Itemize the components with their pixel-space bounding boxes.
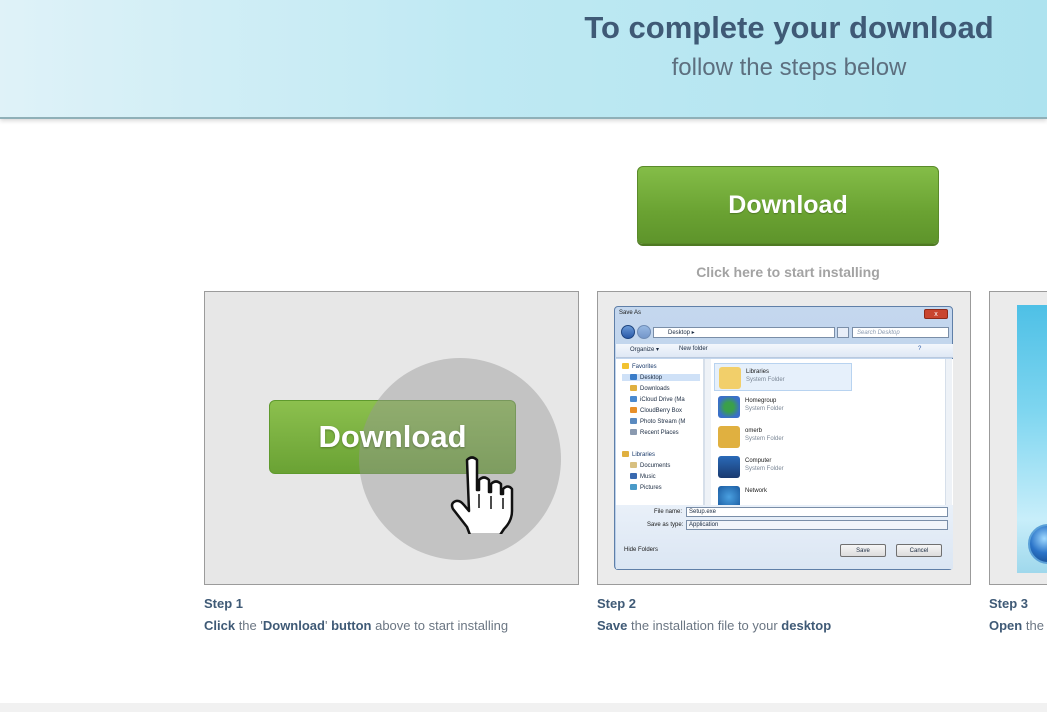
- forward-arrow-icon: [636, 325, 651, 339]
- folder-icon: [630, 484, 637, 490]
- page-title: To complete your download: [584, 10, 994, 45]
- address-bar: Desktop ▸: [653, 327, 835, 338]
- tree-item: iCloud Drive (Ma: [630, 396, 702, 403]
- nav-buttons: [621, 325, 651, 340]
- dialog-save-button: Save: [840, 544, 886, 557]
- step-1-text: Click the 'Download' button above to sta…: [204, 618, 509, 633]
- tree-item: Downloads: [630, 385, 702, 392]
- list-scrollbar: [945, 359, 952, 505]
- star-icon: [622, 363, 629, 369]
- tree-item: Desktop: [622, 374, 700, 381]
- tree-favorites: Favorites: [622, 363, 694, 370]
- dialog-body: Favorites Desktop Downloads iCloud Drive…: [616, 359, 953, 505]
- folder-icon: [630, 462, 637, 468]
- save-type-label: Save as type:: [647, 522, 684, 528]
- step-1-illustration: Download: [204, 291, 579, 585]
- download-hint: Click here to start installing: [696, 264, 880, 280]
- back-arrow-icon: [621, 325, 635, 339]
- folder-icon: [630, 429, 637, 435]
- header-banner: To complete your download follow the ste…: [0, 0, 1047, 119]
- tree-item: Pictures: [630, 484, 702, 491]
- tree-item: Music: [630, 473, 702, 480]
- dialog-cancel-button: Cancel: [896, 544, 942, 557]
- dialog-footer: File name: Setup.exe Save as type: Appli…: [616, 505, 953, 569]
- navigation-tree: Favorites Desktop Downloads iCloud Drive…: [616, 359, 704, 505]
- refresh-icon: [837, 327, 849, 338]
- folder-icon: [630, 418, 637, 424]
- list-item: Homegroup System Folder: [714, 393, 852, 421]
- list-item: Libraries System Folder: [714, 363, 852, 391]
- folder-icon: [630, 396, 637, 402]
- download-landing-page: To complete your download follow the ste…: [0, 0, 1047, 712]
- step-2-title: Step 2: [597, 596, 637, 611]
- dialog-toolbar: Organize ▾ New folder ?: [616, 344, 953, 358]
- dialog-close-icon: x: [924, 309, 948, 319]
- network-icon: [718, 486, 740, 505]
- step-2-text: Save the installation file to your deskt…: [597, 618, 832, 633]
- step-3-illustration: [989, 291, 1047, 585]
- list-item: Network: [714, 483, 852, 505]
- help-icon: ?: [918, 346, 922, 352]
- new-folder-button: New folder: [679, 346, 708, 352]
- list-item: omerb System Folder: [714, 423, 852, 451]
- step-3-text: Open the: [989, 618, 1044, 633]
- file-name-field: Setup.exe: [686, 507, 948, 517]
- page-subtitle: follow the steps below: [671, 54, 907, 81]
- tree-libraries: Libraries: [622, 451, 694, 458]
- tree-scrollbar: [704, 359, 711, 505]
- organize-menu: Organize ▾: [630, 347, 660, 353]
- download-button[interactable]: Download: [637, 166, 939, 244]
- user-folder-icon: [718, 426, 740, 448]
- dialog-title: Save As: [619, 310, 642, 316]
- computer-icon: [718, 456, 740, 478]
- folder-icon: [630, 385, 637, 391]
- file-name-label: File name:: [654, 509, 683, 515]
- step-2-illustration: Save As x Desktop ▸ Search Desktop Organ…: [597, 291, 971, 585]
- step-1-title: Step 1: [204, 596, 244, 611]
- library-icon: [622, 451, 629, 457]
- footer-strip: [0, 703, 1047, 712]
- step-3-title: Step 3: [989, 596, 1029, 611]
- tree-item: Recent Places: [630, 429, 702, 436]
- hide-folders-toggle: Hide Folders: [624, 547, 659, 553]
- hand-cursor-icon: [450, 456, 514, 534]
- tree-item: Documents: [630, 462, 702, 469]
- desktop-icon: [630, 374, 637, 380]
- tree-item: CloudBerry Box: [630, 407, 702, 414]
- list-item: Computer System Folder: [714, 453, 852, 481]
- tree-item: Photo Stream (M: [630, 418, 702, 425]
- save-type-select: Application: [686, 520, 948, 530]
- folder-icon: [630, 407, 637, 413]
- save-as-dialog: Save As x Desktop ▸ Search Desktop Organ…: [614, 306, 953, 570]
- music-icon: [630, 473, 637, 479]
- homegroup-icon: [718, 396, 740, 418]
- search-field: Search Desktop: [852, 327, 949, 338]
- file-list: Libraries System Folder Homegroup System F…: [712, 359, 945, 505]
- libraries-folder-icon: [719, 367, 741, 389]
